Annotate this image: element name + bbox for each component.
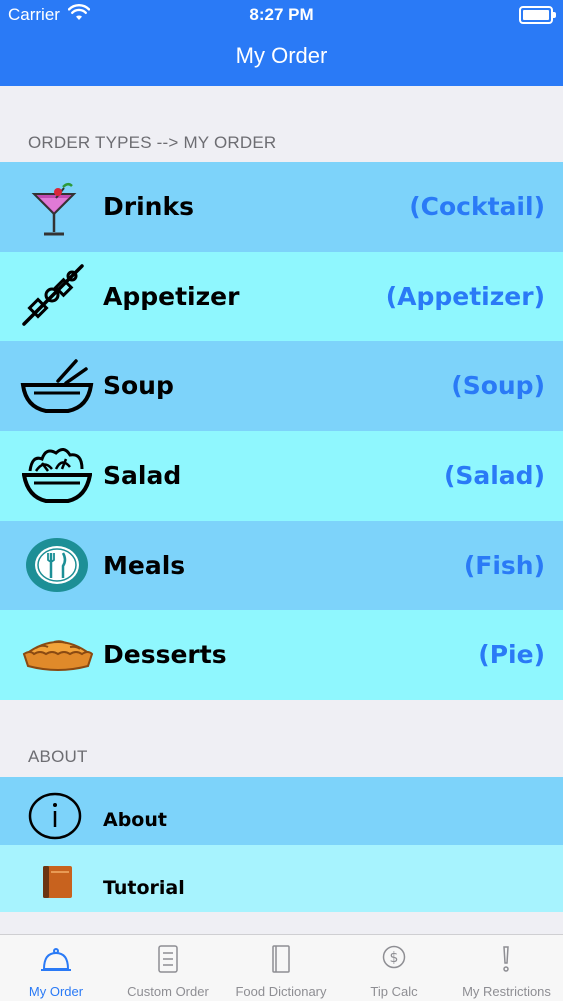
order-row-meals[interactable]: Meals (Fish) (0, 521, 563, 610)
info-icon (28, 791, 82, 845)
order-row-detail: (Salad) (443, 461, 545, 490)
dictionary-icon (272, 945, 290, 973)
tab-bar: My Order Custom Order Food Dictionary $ … (0, 934, 563, 1001)
order-row-salad[interactable]: Salad (Salad) (0, 431, 563, 521)
battery-icon (519, 6, 556, 24)
cocktail-icon (30, 182, 78, 242)
tab-my-restrictions[interactable]: My Restrictions (450, 935, 563, 1001)
salad-bowl-icon (21, 445, 93, 511)
pie-icon (22, 634, 94, 678)
about-section-header: ABOUT (28, 747, 88, 766)
order-row-detail: (Soup) (451, 371, 545, 400)
tab-my-order[interactable]: My Order (0, 935, 112, 1001)
order-row-detail: (Pie) (478, 640, 545, 669)
about-row-label: About (103, 809, 167, 831)
cloche-icon (41, 948, 71, 971)
navigation-bar: Carrier 8:27 PM My Order (0, 0, 563, 86)
order-row-label: Salad (103, 461, 182, 490)
soup-bowl-icon (20, 355, 94, 421)
tutorial-row[interactable]: Tutorial (0, 845, 563, 912)
tab-label: Custom Order (127, 984, 209, 999)
tab-custom-order[interactable]: Custom Order (112, 935, 224, 1001)
order-row-desserts[interactable]: Desserts (Pie) (0, 610, 563, 700)
order-row-drinks[interactable]: Drinks (Cocktail) (0, 162, 563, 252)
tab-label: Food Dictionary (235, 984, 327, 999)
about-row[interactable]: About (0, 777, 563, 845)
tutorial-row-label: Tutorial (103, 877, 185, 899)
order-types-section-header: ORDER TYPES --> MY ORDER (28, 133, 277, 152)
list-icon (158, 945, 178, 973)
order-row-label: Drinks (103, 192, 194, 221)
order-row-detail: (Cocktail) (409, 192, 545, 221)
tab-label: Tip Calc (370, 984, 418, 999)
tab-tip-calc[interactable]: $ Tip Calc (338, 935, 450, 1001)
order-row-appetizer[interactable]: Appetizer (Appetizer) (0, 252, 563, 341)
dollar-icon: $ (382, 945, 406, 969)
svg-text:$: $ (390, 950, 399, 966)
plate-icon (25, 536, 89, 598)
book-icon (42, 865, 74, 903)
tab-label: My Restrictions (462, 984, 551, 999)
clock: 8:27 PM (249, 5, 314, 24)
order-row-label: Meals (103, 551, 186, 580)
tab-label: My Order (28, 984, 84, 999)
tab-food-dictionary[interactable]: Food Dictionary (224, 935, 338, 1001)
order-row-label: Desserts (103, 640, 227, 669)
order-row-detail: (Fish) (463, 551, 545, 580)
status-bar: Carrier 8:27 PM (0, 0, 563, 30)
order-row-label: Soup (103, 371, 174, 400)
exclamation-icon (503, 946, 509, 972)
skewer-icon (20, 262, 86, 332)
order-row-label: Appetizer (103, 282, 240, 311)
order-row-soup[interactable]: Soup (Soup) (0, 341, 563, 431)
order-row-detail: (Appetizer) (385, 282, 545, 311)
page-title: My Order (235, 43, 328, 68)
